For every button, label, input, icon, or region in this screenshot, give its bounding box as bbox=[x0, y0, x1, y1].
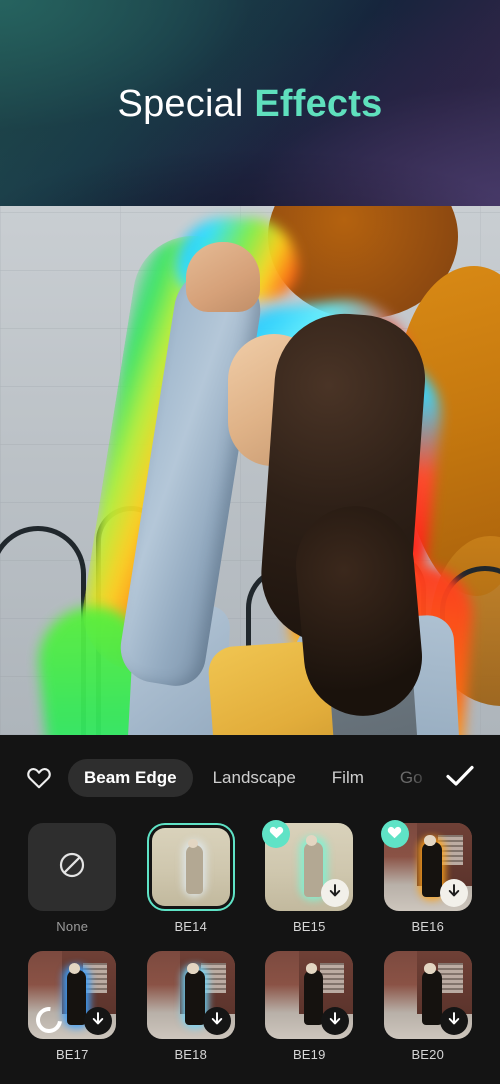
download-badge[interactable] bbox=[439, 1007, 468, 1035]
effect-thumb-shell bbox=[28, 823, 117, 911]
effects-grid: None BE14 BE15 BE16 BE17 BE18 BE19 BE20 bbox=[0, 820, 500, 1063]
tab-beam-edge[interactable]: Beam Edge bbox=[68, 759, 193, 797]
thumb-figure bbox=[185, 970, 205, 1025]
effect-item-be18[interactable]: BE18 bbox=[139, 951, 244, 1063]
effect-item-be15[interactable]: BE15 bbox=[257, 820, 362, 935]
heart-filled-icon bbox=[387, 825, 402, 844]
effect-label: BE20 bbox=[411, 1047, 445, 1062]
thumb-figure-head bbox=[68, 963, 81, 974]
tab-film[interactable]: Film bbox=[316, 759, 380, 797]
heart-filled-icon bbox=[269, 825, 284, 844]
thumb-figure-head bbox=[424, 963, 436, 974]
download-icon bbox=[446, 1011, 462, 1032]
thumb-figure-head bbox=[305, 835, 318, 846]
thumb-figure bbox=[422, 970, 442, 1025]
effect-item-be20[interactable]: BE20 bbox=[376, 951, 481, 1063]
download-badge[interactable] bbox=[439, 879, 468, 907]
effect-thumb-shell bbox=[262, 820, 354, 911]
download-icon bbox=[327, 1011, 343, 1032]
download-icon bbox=[446, 883, 462, 904]
heart-outline-icon bbox=[26, 766, 52, 790]
thumb-figure-head bbox=[187, 838, 198, 849]
thumb-figure bbox=[422, 842, 442, 897]
effect-thumb-shell bbox=[380, 820, 472, 911]
download-icon bbox=[90, 1011, 106, 1032]
thumb-figure-head bbox=[305, 963, 318, 974]
category-tabs: Beam Edge Landscape Film Go bbox=[68, 759, 500, 797]
effect-label: BE17 bbox=[55, 1047, 89, 1062]
download-icon bbox=[209, 1011, 225, 1032]
favorites-tab-button[interactable] bbox=[22, 761, 56, 795]
effect-preview-canvas[interactable] bbox=[0, 206, 500, 735]
effect-thumbnail bbox=[28, 823, 117, 911]
download-icon bbox=[327, 883, 343, 904]
subject-layer bbox=[0, 206, 500, 735]
thumb-figure-head bbox=[187, 963, 199, 974]
no-effect-icon bbox=[58, 851, 86, 884]
effect-item-be17[interactable]: BE17 bbox=[20, 951, 125, 1063]
page-title: Special Effects bbox=[0, 81, 500, 127]
page-title-plain: Special bbox=[117, 83, 244, 125]
effect-item-be14[interactable]: BE14 bbox=[139, 823, 244, 935]
confirm-button[interactable] bbox=[412, 756, 482, 800]
effect-item-be19[interactable]: BE19 bbox=[257, 951, 362, 1063]
header-banner: Special Effects bbox=[0, 0, 500, 206]
effect-thumb-shell bbox=[146, 823, 235, 911]
effect-label: BE18 bbox=[174, 1047, 208, 1062]
effect-label: BE19 bbox=[292, 1047, 326, 1062]
effect-thumb-shell bbox=[28, 951, 117, 1039]
page-title-accent: Effects bbox=[254, 83, 383, 125]
thumb-figure bbox=[186, 845, 204, 894]
effect-label: BE16 bbox=[411, 919, 445, 934]
thumb-figure-head bbox=[424, 835, 436, 846]
effect-item-be16[interactable]: BE16 bbox=[376, 820, 481, 935]
subject-hand bbox=[186, 242, 260, 312]
category-tab-bar: Beam Edge Landscape Film Go bbox=[0, 735, 500, 821]
check-icon bbox=[445, 764, 475, 793]
effects-panel: Beam Edge Landscape Film Go None BE14 BE… bbox=[0, 735, 500, 1084]
effect-thumb-shell bbox=[265, 951, 354, 1039]
effect-thumb-shell bbox=[383, 951, 472, 1039]
effect-item-none[interactable]: None bbox=[20, 823, 125, 935]
effect-thumb-shell bbox=[146, 951, 235, 1039]
effect-label: BE15 bbox=[292, 919, 326, 934]
favorite-badge[interactable] bbox=[380, 820, 409, 848]
download-badge[interactable] bbox=[202, 1007, 231, 1035]
effect-thumbnail bbox=[151, 828, 230, 906]
tab-go[interactable]: Go bbox=[384, 759, 439, 797]
effect-label: None bbox=[56, 919, 89, 934]
special-effects-screen: Special Effects Beam Edge Landscape Film… bbox=[0, 0, 500, 1084]
tab-landscape[interactable]: Landscape bbox=[197, 759, 312, 797]
effect-label: BE14 bbox=[174, 919, 208, 934]
